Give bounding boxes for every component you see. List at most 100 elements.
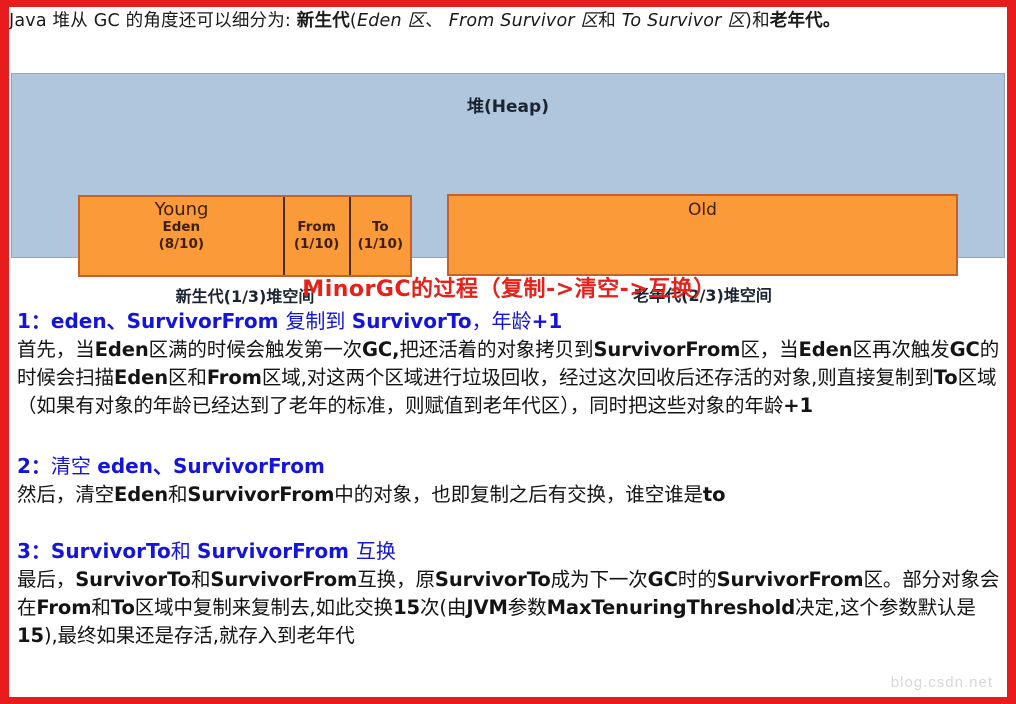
step-1: 1：eden、SurvivorFrom 复制到 SurvivorTo，年龄+1 … [17,307,1005,420]
step-2-body: 然后，清空Eden和SurvivorFrom中的对象，也即复制之后有交换，谁空谁… [17,481,1005,509]
eden-region: Eden (8/10) [80,197,285,275]
intro-bold-young-gen: 新生代 [296,11,350,31]
watermark: blog.csdn.net [890,674,993,691]
text-run: 然后，清空 [17,483,115,506]
text-run: 和 [91,596,111,619]
text-run: 时的 [677,568,717,591]
text-run: 和 [190,568,211,591]
text-run: 区满的时候会触发第一次 [148,338,363,361]
to-survivor-region: To (1/10) [351,197,410,275]
text-run: Eden [114,366,169,389]
text-run: From [206,366,262,389]
spacer-after-step-2 [17,515,1005,537]
text-run: Eden [94,338,149,361]
text-run: 最后， [17,568,76,591]
text-run: 首先，当 [17,338,95,361]
text-run: Eden [798,338,853,361]
from-ratio: (1/10) [293,236,340,252]
step-3-number: 3： [17,539,51,563]
step-2-heading: 2：清空 eden、SurvivorFrom [17,452,1005,480]
intro-sep-2: 和 [598,11,622,31]
text-run: ),最终如果还是存活,就存入到老年代 [43,624,355,647]
text-run: GC [647,568,678,591]
text-run: 区域中复制来复制去,如此交换 [134,596,394,619]
to-ratio: (1/10) [357,236,404,252]
intro-paren-open: ( [349,11,357,31]
spacer-after-step-1 [17,426,1005,452]
text-run: From [36,596,92,619]
heap-diagram: 堆(Heap) Eden (8/10) From (1/10) To (1/10… [11,73,1005,306]
step-3-heading-c: SurvivorFrom [197,539,356,563]
eden-ratio: (8/10) [158,236,205,252]
text-run: 区域,对这两个区域进行垃圾回收，经过这次回收后还存活的对象,则直接复制到 [261,366,934,389]
step-3-heading-d: 互换 [355,539,396,563]
text-run: SurvivorTo [434,568,551,591]
step-3: 3：SurvivorTo和 SurvivorFrom 互换 最后，Survivo… [17,537,1005,650]
intro-text-1: Java 堆从 GC 的角度还可以细分为: [9,11,297,31]
text-run: 中的对象，也即复制之后有交换，谁空谁是 [334,483,703,506]
text-run: To [933,366,958,389]
step-2: 2：清空 eden、SurvivorFrom 然后，清空Eden和Survivo… [17,452,1005,509]
step-3-heading: 3：SurvivorTo和 SurvivorFrom 互换 [17,537,1005,565]
text-run: 15 [17,624,44,647]
text-run: 次(由 [420,596,467,619]
step-1-number: 1： [17,309,51,333]
text-run: 把还活着的对象拷贝到 [399,338,594,361]
steps-list: 1：eden、SurvivorFrom 复制到 SurvivorTo，年龄+1 … [17,307,1005,656]
step-2-number: 2： [17,454,51,478]
text-run: SurvivorFrom [593,338,741,361]
step-1-heading-e: +1 [531,309,563,333]
text-run: To [110,596,135,619]
text-run: 15 [393,596,420,619]
intro-italic-from-survivor: From Survivor 区 [448,11,599,31]
text-run: GC, [362,338,400,361]
text-run: SurvivorFrom [716,568,864,591]
intro-sep-1: 、 [425,11,449,31]
from-survivor-region: From (1/10) [285,197,351,275]
slide-page: Java 堆从 GC 的角度还可以细分为: 新生代(Eden 区、 From S… [0,0,1016,704]
from-label: From [297,219,336,235]
step-2-heading-a: 清空 [50,454,98,478]
old-generation-label: Old [688,200,717,220]
intro-bold-old-gen: 老年代。 [769,11,841,31]
text-run: Eden [114,483,169,506]
eden-label: Eden [162,219,201,235]
old-generation-box: Old [447,194,958,276]
text-run: JVM [466,596,508,619]
step-3-heading-a: SurvivorTo [50,539,171,563]
intro-paren-close: ) [745,11,753,31]
heap-title-label: 堆(Heap) [467,97,549,117]
old-generation-group: Old 老年代(2/3)堆空间 [447,194,958,305]
text-run: 参数 [507,596,547,619]
step-2-heading-b: eden、SurvivorFrom [97,454,325,478]
step-1-heading-a: eden、SurvivorFrom [50,309,286,333]
step-3-heading-b: 和 [170,539,198,563]
text-run: SurvivorFrom [210,568,358,591]
text-run: +1 [783,394,813,417]
step-1-heading-d: ，年龄 [471,309,532,333]
text-run: 区再次触发 [852,338,950,361]
step-1-body: 首先，当Eden区满的时候会触发第一次GC,把还活着的对象拷贝到Survivor… [17,336,1005,420]
text-run: SurvivorTo [75,568,191,591]
step-3-body: 最后，SurvivorTo和SurvivorFrom互换，原SurvivorTo… [17,566,1005,650]
text-run: to [702,483,726,506]
step-1-heading: 1：eden、SurvivorFrom 复制到 SurvivorTo，年龄+1 [17,307,1005,335]
text-run: 决定,这个参数默认是 [795,596,976,619]
text-run: MaxTenuringThreshold [546,596,796,619]
old-region: Old [449,196,956,274]
step-1-heading-b: 复制到 [285,309,352,333]
intro-italic-eden: Eden 区 [356,11,426,31]
young-generation-group: Eden (8/10) From (1/10) To (1/10) Young … [78,195,412,306]
text-run: GC [949,338,980,361]
text-run: 和 [168,483,188,506]
text-run: 互换，原 [357,568,435,591]
text-run: 区和 [168,366,207,389]
text-run: 区，当 [740,338,799,361]
text-run: 成为下一次 [550,568,648,591]
text-run: SurvivorFrom [187,483,335,506]
intro-paragraph: Java 堆从 GC 的角度还可以细分为: 新生代(Eden 区、 From S… [9,8,1007,34]
to-label: To [371,219,389,235]
intro-sep-3: 和 [752,11,770,31]
young-generation-box: Eden (8/10) From (1/10) To (1/10) [78,195,412,277]
step-1-heading-c: SurvivorTo [351,309,472,333]
